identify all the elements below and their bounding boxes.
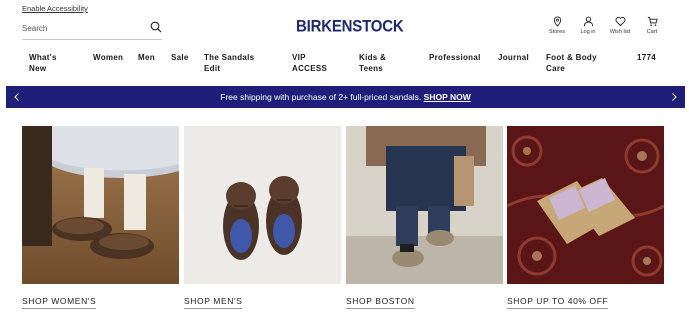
location-pin-icon [553,16,561,27]
nav-item-vip-access[interactable]: VIP ACCESS [292,52,327,74]
wishlist-label: Wish list [609,29,631,35]
promo-text: Free shipping with purchase of 2+ full-p… [220,92,422,102]
search-input[interactable] [22,21,142,35]
men-shoes-photo[interactable] [184,126,341,284]
search-bar [22,18,162,40]
promo-message: Free shipping with purchase of 2+ full-p… [6,92,685,102]
nav-item-sandals-edit[interactable]: The Sandals Edit [204,52,254,74]
login-button[interactable]: Log in [573,16,603,35]
women-clogs-photo[interactable] [22,126,179,284]
main-navigation: What's New Women Men Sale The Sandals Ed… [0,52,689,78]
nav-item-women[interactable]: Women [93,52,123,63]
heart-icon [615,16,625,27]
nav-item-journal[interactable]: Journal [498,52,529,63]
sale-sandals-photo[interactable] [507,126,664,284]
search-icon[interactable] [150,21,162,33]
nav-item-whats-new[interactable]: What's New [29,52,57,74]
boston-clogs-photo[interactable] [346,126,503,284]
cart-button[interactable]: Cart [637,16,667,35]
shop-boston-link[interactable]: SHOP BOSTON [346,296,415,309]
user-icon [583,16,593,27]
nav-item-professional[interactable]: Professional [429,52,481,63]
nav-item-1774[interactable]: 1774 [637,52,656,63]
stores-label: Stores [549,29,565,35]
chevron-right-icon[interactable] [669,91,679,103]
shop-sale-link[interactable]: SHOP UP TO 40% OFF [507,296,609,309]
shop-now-link[interactable]: SHOP NOW [424,92,471,102]
nav-item-sale[interactable]: Sale [171,52,189,63]
promo-banner: Free shipping with purchase of 2+ full-p… [6,86,685,108]
shop-mens-link[interactable]: SHOP MEN'S [184,296,243,309]
enable-accessibility-link[interactable]: Enable Accessibility [22,4,88,13]
cart-icon [647,16,658,26]
stores-button[interactable]: Stores [542,16,572,35]
shop-womens-link[interactable]: SHOP WOMEN'S [22,296,97,309]
wishlist-button[interactable]: Wish list [605,16,635,35]
nav-item-foot-body-care[interactable]: Foot & Body Care [546,52,597,74]
nav-item-kids-teens[interactable]: Kids & Teens [359,52,386,74]
nav-item-men[interactable]: Men [138,52,155,63]
login-label: Log in [580,29,596,35]
birkenstock-logo[interactable]: BIRKENSTOCK [296,17,404,35]
cart-label: Cart [646,29,658,35]
